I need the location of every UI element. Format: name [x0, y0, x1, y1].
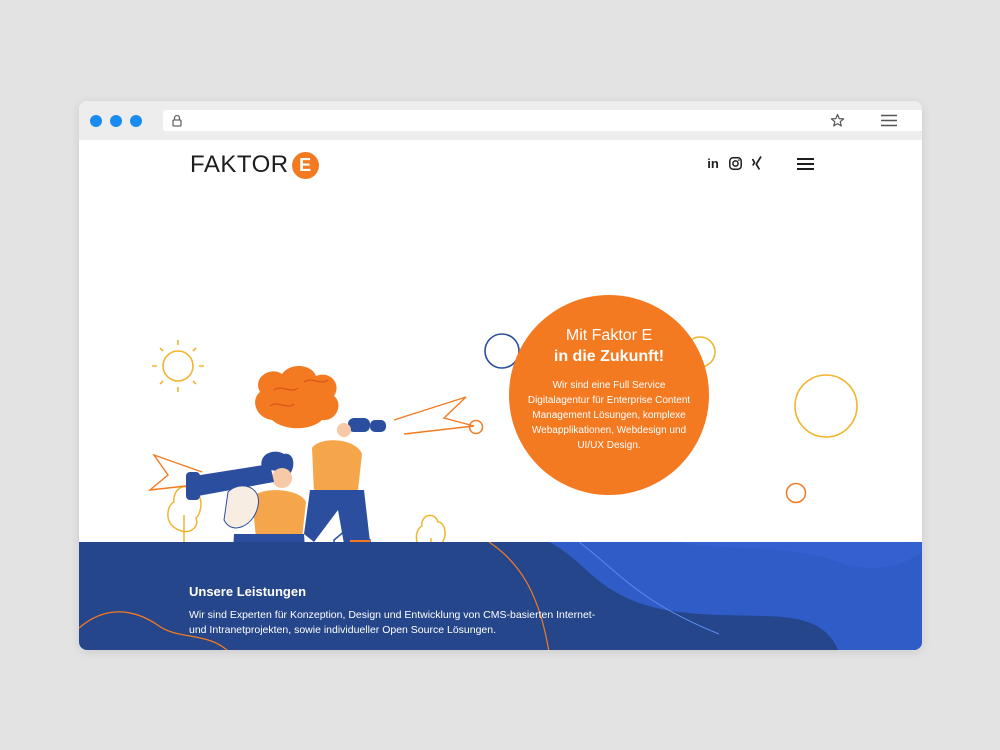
- window-close-button[interactable]: [90, 115, 102, 127]
- hero-subtitle: in die Zukunft!: [553, 348, 665, 365]
- services-description: Wir sind Experten für Konzeption, Design…: [189, 609, 596, 636]
- page-content: FAKTOR E in Mit Faktor E in die Zukunft!…: [79, 140, 922, 650]
- browser-toolbar: [79, 101, 922, 140]
- hero-intro: Mit Faktor E in die Zukunft! Wir sind ei…: [509, 295, 709, 495]
- lock-icon: [172, 114, 182, 127]
- hero-description: Wir sind eine Full Service Digitalagentu…: [527, 380, 691, 451]
- star-icon[interactable]: [830, 113, 845, 128]
- window-maximize-button[interactable]: [130, 115, 142, 127]
- services-section: Unsere Leistungen Wir sind Experten für …: [79, 542, 922, 650]
- browser-window: FAKTOR E in Mit Faktor E in die Zukunft!…: [79, 101, 922, 650]
- services-heading: Unsere Leistungen: [189, 584, 307, 599]
- window-minimize-button[interactable]: [110, 115, 122, 127]
- browser-menu-icon[interactable]: [881, 114, 897, 127]
- hero-title: Mit Faktor E: [565, 327, 653, 344]
- address-bar[interactable]: [163, 110, 922, 131]
